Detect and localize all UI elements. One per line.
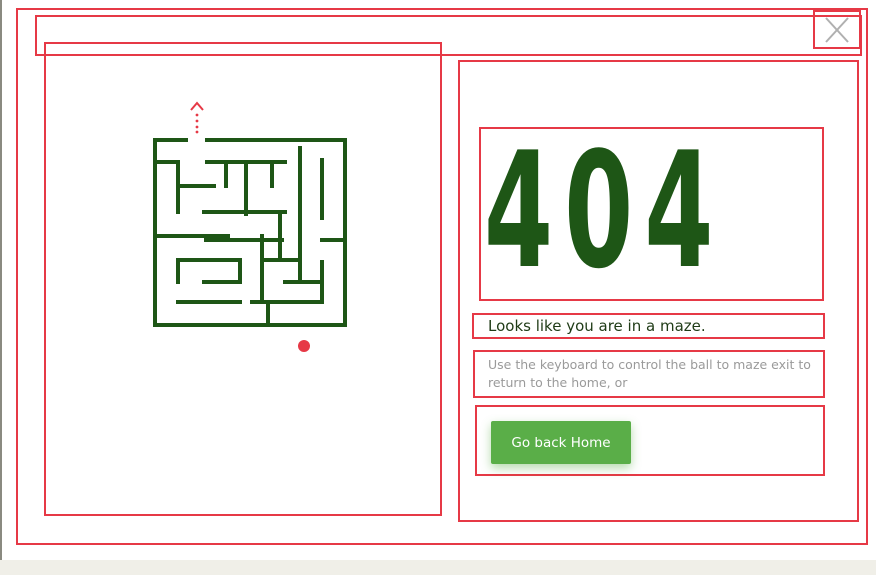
close-button[interactable] <box>813 10 861 49</box>
go-back-home-button[interactable]: Go back Home <box>491 421 631 464</box>
maze-game[interactable] <box>140 95 360 365</box>
close-icon <box>825 16 849 43</box>
error-heading: Looks like you are in a maze. <box>488 317 706 335</box>
bottom-strip <box>0 560 876 575</box>
ball-icon <box>298 340 310 352</box>
error-code: 404 <box>484 117 725 304</box>
exit-arrow-icon <box>190 101 204 134</box>
window-edge <box>0 0 2 575</box>
maze-walls <box>153 138 347 327</box>
page: 404 Looks like you are in a maze. Use th… <box>0 0 876 575</box>
error-description: Use the keyboard to control the ball to … <box>488 357 811 390</box>
